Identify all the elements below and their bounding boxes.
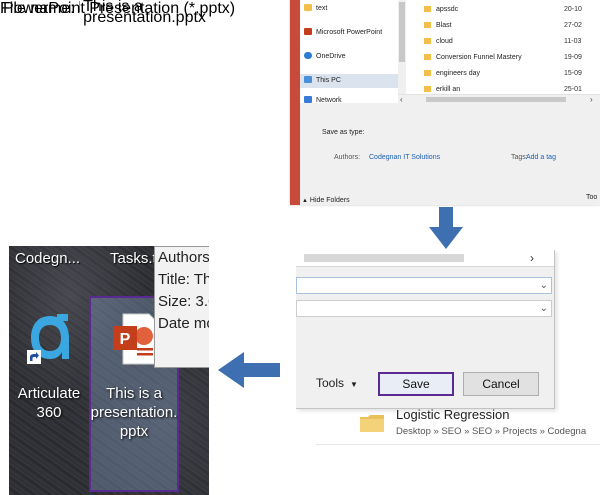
arrow-left-icon	[218, 352, 280, 388]
computer-icon	[304, 76, 312, 83]
divider	[316, 444, 600, 445]
save-options-area: Save as type: Authors: Codegnan IT Solut…	[300, 103, 600, 205]
scrollbar-thumb[interactable]	[426, 97, 566, 102]
chevron-down-icon[interactable]: ⌄	[540, 301, 548, 316]
file-row[interactable]: apssdc 20-10	[424, 3, 600, 16]
powerpoint-badge: P	[120, 331, 131, 348]
folder-icon	[304, 4, 312, 11]
desktop-item-label[interactable]: Tasks.t	[110, 250, 157, 267]
tags-value[interactable]: Add a tag	[526, 154, 556, 161]
file-row[interactable]: cloud 11-03	[424, 35, 600, 48]
powerpoint-icon	[304, 28, 312, 35]
file-type-dropdown[interactable]: ⌄	[296, 300, 552, 317]
file-row[interactable]: engineers day 15-09	[424, 67, 600, 80]
desktop-crop: Codegn... Tasks.t Articulate 360 P This …	[9, 246, 209, 495]
nav-item-this-pc[interactable]: This PC	[300, 74, 400, 88]
powerpoint-backstage-bar	[290, 0, 300, 205]
recent-folder-path: Desktop » SEO » SEO » Projects » Codegna	[396, 426, 587, 437]
save-dialog: › ⌄ ⌄ Tools ▼ Save Cancel	[296, 250, 555, 409]
folder-icon	[424, 6, 431, 12]
folder-icon	[424, 38, 431, 44]
nav-scrollbar[interactable]	[398, 0, 406, 95]
tooltip-date: Date mo	[158, 315, 209, 332]
folder-icon	[424, 22, 431, 28]
authors-label: Authors:	[334, 154, 361, 161]
arrow-down-icon	[429, 207, 463, 249]
folder-icon	[424, 70, 431, 76]
cancel-button[interactable]: Cancel	[463, 372, 539, 396]
cloud-icon	[304, 52, 312, 59]
nav-item-text[interactable]: text	[304, 2, 327, 16]
folder-icon	[424, 86, 431, 92]
powerpoint-file-icon[interactable]: P	[111, 312, 159, 366]
shortcut-arrow-icon	[27, 350, 41, 364]
tools-label[interactable]: Too	[586, 194, 597, 201]
desktop-item-label[interactable]: Codegn...	[15, 250, 80, 267]
tooltip-authors: Authors:	[158, 249, 209, 266]
chevron-right-icon[interactable]: ›	[530, 251, 534, 265]
authors-value[interactable]: Codegnan IT Solutions	[369, 154, 440, 161]
chevron-down-icon[interactable]: ⌄	[540, 278, 548, 293]
network-icon	[304, 96, 312, 103]
navigation-pane: text Microsoft PowerPoint OneDrive This …	[300, 0, 400, 104]
recent-folder-name[interactable]: Logistic Regression	[396, 407, 509, 422]
ppt-file-label[interactable]: This is a presentation. pptx	[89, 384, 179, 441]
tooltip-size: Size: 3.6	[158, 293, 209, 310]
save-as-type-select[interactable]: PowerPoint Presentation (*.pptx)	[0, 0, 235, 18]
chevron-up-icon: ▲	[302, 198, 308, 204]
file-row[interactable]: Conversion Funnel Mastery 19-09	[424, 51, 600, 64]
nav-item-microsoft-powerpoint[interactable]: Microsoft PowerPoint	[304, 26, 382, 40]
dialog-header-row: ›	[296, 250, 554, 267]
hide-folders-button[interactable]: ▲ Hide Folders	[302, 197, 350, 204]
scrollbar-thumb[interactable]	[399, 2, 405, 62]
articulate-360-label[interactable]: Articulate 360	[9, 384, 89, 422]
save-as-dialog: text Microsoft PowerPoint OneDrive This …	[290, 0, 600, 205]
dropdown-arrow-icon: ▼	[350, 380, 358, 389]
tooltip-title: Title: Thi	[158, 271, 209, 288]
file-list: apssdc 20-10 Blast 27-02 cloud 11-03 Conver…	[418, 0, 600, 95]
nav-item-onedrive[interactable]: OneDrive	[304, 50, 346, 64]
file-row[interactable]: Blast 27-02	[424, 19, 600, 32]
save-as-type-label: Save as type:	[322, 129, 365, 136]
save-dialog-crop: › ⌄ ⌄ Tools ▼ Save Cancel Logistic Regres…	[296, 250, 600, 495]
file-info-tooltip: Authors: Title: Thi Size: 3.6 Date mo	[154, 246, 209, 368]
tools-button[interactable]: Tools ▼	[316, 376, 358, 390]
folder-icon	[424, 54, 431, 60]
file-name-dropdown[interactable]: ⌄	[296, 277, 552, 294]
save-button[interactable]: Save	[378, 372, 454, 396]
folder-icon	[360, 415, 384, 432]
